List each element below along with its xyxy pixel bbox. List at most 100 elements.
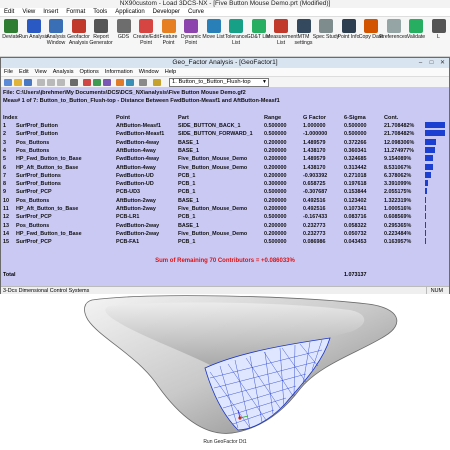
sigma-cell: 0.271018 [344,172,367,179]
gfa-menu-item-information[interactable]: Information [102,68,136,77]
gfa-menu-item-edit[interactable]: Edit [16,68,32,77]
part-cell: Five_Button_Mouse_Demo [178,156,248,163]
menu-item-application[interactable]: Application [111,8,148,16]
cut-icon[interactable] [37,79,45,86]
menu-item-developer[interactable]: Developer [149,8,184,16]
part-cell: Five_Button_Mouse_Demo [178,164,248,171]
menu-item-tools[interactable]: Tools [89,8,111,16]
table-row[interactable]: 10 Pos_Buttons AftButton-2way BASE_1 0.20000… [1,196,449,205]
point-cell: FwdButton-Measf1 [116,131,165,138]
table-icon[interactable] [93,79,101,86]
copy-data-icon [364,19,378,33]
menu-item-view[interactable]: View [18,8,39,16]
range-cell: 0.500000 [264,123,287,129]
group-cell: Pos_Buttons [16,139,50,146]
group-cell: HP_Fwd_Button_to_Base [16,230,82,237]
table-row[interactable]: 9 SurfProf_PCP PCB-UD3 PCB_1 0.500000 -0.3076… [1,188,449,196]
table-row[interactable]: 11 HP_Aft_Button_to_Base AftButton-2way Fiv… [1,205,449,213]
help-icon[interactable] [139,79,147,86]
menu-item-insert[interactable]: Insert [39,8,62,16]
table-row[interactable]: 7 SurfProf_Buttons FwdButton-UD PCB_1 0.2000… [1,171,449,180]
gfa-menu-item-analysis[interactable]: Analysis [50,68,77,77]
contribution-cell: 12.098306% [384,139,415,146]
geofactor-report: File: C:\Users\jbrehmer\My Documents\DCS… [1,88,449,286]
close-icon[interactable]: ✕ [438,59,447,67]
index-cell: 14 [3,230,9,237]
range-cell: 0.200000 [264,139,287,146]
geofactor-window-title-text: Geo_Factor Analysis - [GeoFactor1] [172,59,278,66]
group-cell: SurfProf_PCP [16,189,52,196]
gfactor-cell: -0.903392 [303,172,328,179]
table-row[interactable]: 2 SurfProf_Button FwdButton-Measf1 SIDE_BUT… [1,130,449,138]
table-row[interactable]: 3 Pos_Buttons FwdButton-4way BASE_1 0.200000… [1,138,449,147]
gfactor-cell: 1.489579 [303,156,326,163]
table-row[interactable]: 15 SurfProf_PCP PCB-FA1 PCB_1 0.500000 0.0869… [1,238,449,246]
sigma-cell: 0.197618 [344,181,367,188]
sigma-cell: 0.360341 [344,147,367,154]
point-cell: FwdButton-4way [116,139,160,146]
group-cell: Pos_Buttons [16,222,50,229]
column-header-part: Part [178,115,189,121]
new-icon[interactable] [4,79,12,86]
gfa-menu-item-file[interactable]: File [1,68,16,77]
gfactor-cell: -0.307687 [303,189,328,196]
contribution-cell: 11.274977% [384,147,414,154]
ribbon-button-more[interactable]: L [424,19,450,55]
ribbon-button-label: L [437,34,440,40]
table-row[interactable]: 14 HP_Fwd_Button_to_Base FwdButton-2way Fiv… [1,229,449,238]
point-cell: AftButton-2way [116,197,156,204]
contribution-cell: 6.378062% [384,172,412,179]
maximize-icon[interactable]: □ [427,59,436,67]
save-icon[interactable] [24,79,32,86]
point-cell: AftButton-2way [116,206,156,212]
open-icon[interactable] [14,79,22,86]
chart-icon[interactable] [83,79,91,86]
geofactor-icon [71,19,86,33]
gfa-menu-item-options[interactable]: Options [77,68,102,77]
dynamic-point-icon [184,19,198,33]
menu-item-curve[interactable]: Curve [184,8,208,16]
group-cell: SurfProf_Button [16,123,58,129]
measurement-select[interactable]: 1. Button_to_Button_Flush-top ▼ [169,78,269,87]
viewport-caption: Run GeoFactor Dt1 [203,439,247,445]
table-row[interactable]: 13 Pos_Buttons FwdButton-2way BASE_1 0.20000… [1,221,449,230]
part-cell: PCB_1 [178,172,196,179]
table-row[interactable]: 6 HP_Aft_Button_to_Base AftButton-4way Five… [1,163,449,172]
contribution-bar [425,163,433,170]
gfa-menu-item-window[interactable]: Window [136,68,162,77]
point-info-icon [341,19,356,33]
menu-item-edit[interactable]: Edit [0,8,18,16]
table-row[interactable]: 4 Pos_Buttons AftButton-4way BASE_1 0.200000… [1,146,449,155]
point-icon [139,19,153,33]
menu-item-format[interactable]: Format [62,8,89,16]
table-row[interactable]: 12 SurfProf_PCP PCB-LR1 PCB_1 0.500000 -0.167… [1,213,449,221]
column-header-range: Range [264,115,282,121]
report-icon [94,19,108,33]
copy-icon[interactable] [47,79,55,86]
move-list-icon [206,19,221,33]
sort-icon[interactable] [116,79,124,86]
table-row[interactable]: 5 HP_Fwd_Button_to_Base FwdButton-4way Five… [1,155,449,163]
report-icon[interactable] [126,79,134,86]
table-row[interactable]: 8 SurfProf_Buttons FwdButton-UD PCB_1 0.3000… [1,180,449,188]
sigma-cell: 0.500000 [344,123,367,129]
print-icon[interactable] [70,79,78,86]
minimize-icon[interactable]: – [416,59,425,67]
column-header-index: Index [3,115,18,121]
part-cell: SIDE_BUTTON_BACK_1 [178,123,241,129]
index-cell: 2 [3,131,6,138]
measure-icon[interactable] [153,79,161,86]
paste-icon[interactable] [57,79,65,86]
gfactor-cell: 0.658725 [303,181,326,188]
part-cell: BASE_1 [178,147,199,154]
table-row[interactable]: 1 SurfProf_Button AftButton-Measf1 SIDE_BUT… [1,122,449,130]
filter-icon[interactable] [103,79,111,86]
part-cell: Five_Button_Mouse_Demo [178,230,248,237]
sigma-cell: 0.153844 [344,189,367,196]
gfactor-cell: 0.086986 [303,239,326,246]
index-cell: 3 [3,139,6,146]
graphics-viewport[interactable]: Run GeoFactor Dt1 [0,294,450,450]
gfa-menu-item-view[interactable]: View [32,68,50,77]
gfa-menu-item-help[interactable]: Help [162,68,180,77]
total-label: Total [3,272,16,278]
